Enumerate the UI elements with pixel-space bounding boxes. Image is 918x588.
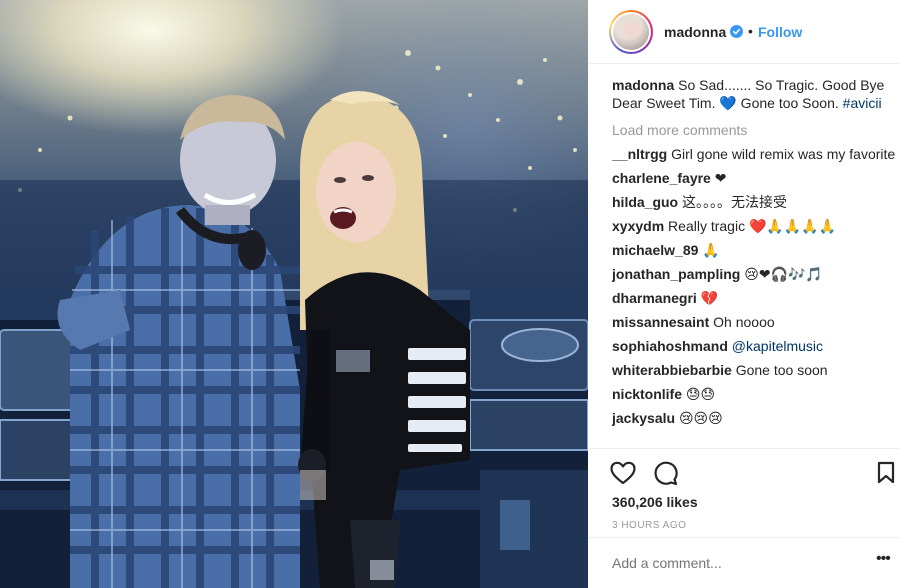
- ellipsis-icon[interactable]: •••: [876, 550, 891, 568]
- comment-text: 😓😓: [685, 386, 716, 402]
- add-comment-bar: •••: [588, 537, 900, 588]
- comment-item: __nltrgg Girl gone wild remix was my fav…: [612, 145, 900, 163]
- header-username[interactable]: madonna: [664, 24, 726, 40]
- comment-username[interactable]: jackysalu: [612, 410, 675, 426]
- likes-count[interactable]: 360,206 likes: [612, 494, 698, 510]
- comment-text: 这。。。。无法接受: [682, 194, 788, 210]
- bookmark-icon[interactable]: [877, 461, 895, 485]
- avatar-image: [613, 14, 649, 50]
- follow-button[interactable]: Follow: [758, 24, 802, 40]
- comment-text: Girl gone wild remix was my favorite: [671, 146, 896, 162]
- comment-text: ❤: [714, 170, 727, 186]
- post-actions: 360,206 likes 3 HOURS AGO •••: [588, 448, 900, 588]
- load-more-comments[interactable]: Load more comments: [612, 121, 900, 139]
- comment-username[interactable]: nicktonlife: [612, 386, 682, 402]
- comment-username[interactable]: michaelw_89: [612, 242, 698, 258]
- comment-item: sophiahoshmand @kapitelmusic: [612, 337, 900, 355]
- add-comment-input[interactable]: [612, 555, 852, 571]
- caption-hashtag[interactable]: #avicii: [843, 95, 882, 111]
- comment-username[interactable]: charlene_fayre: [612, 170, 711, 186]
- comment-text: Really tragic ❤️🙏🙏🙏🙏: [668, 218, 837, 234]
- comment-username[interactable]: missannesaint: [612, 314, 709, 330]
- post-panel: madonna • Follow madonna So Sad....... S…: [588, 0, 918, 588]
- avatar-ring: [611, 12, 651, 52]
- comment-item: missannesaint Oh noooo: [612, 313, 900, 331]
- comment-text: 🙏: [702, 242, 720, 258]
- comment-text: 😢❤🎧🎶🎵: [744, 266, 823, 282]
- comment-text: Oh noooo: [713, 314, 775, 330]
- comment-item: hilda_guo 这。。。。无法接受: [612, 193, 900, 211]
- avatar[interactable]: [609, 10, 653, 54]
- verified-badge-icon: [730, 25, 743, 38]
- comment-username[interactable]: whiterabbiebarbie: [612, 362, 732, 378]
- post-caption: madonna So Sad....... So Tragic. Good By…: [612, 76, 900, 112]
- comment-username[interactable]: __nltrgg: [612, 146, 667, 162]
- comment-username[interactable]: hilda_guo: [612, 194, 678, 210]
- photo-scene: [0, 50, 588, 588]
- comment-text: Gone too soon: [735, 362, 828, 378]
- comment-item: michaelw_89 🙏: [612, 241, 900, 259]
- comment-item: jonathan_pampling 😢❤🎧🎶🎵: [612, 265, 900, 283]
- caption-username[interactable]: madonna: [612, 77, 674, 93]
- comment-text: 💔: [700, 290, 719, 306]
- post-timestamp[interactable]: 3 HOURS AGO: [612, 520, 686, 531]
- separator-dot: •: [748, 23, 753, 39]
- heart-outline-icon[interactable]: [610, 461, 636, 485]
- comment-item: nicktonlife 😓😓: [612, 385, 900, 403]
- comment-item: jackysalu 😢😢😢: [612, 409, 900, 427]
- comment-username[interactable]: dharmanegri: [612, 290, 697, 306]
- comment-mention[interactable]: @kapitelmusic: [732, 338, 823, 354]
- comment-item: charlene_fayre ❤: [612, 169, 900, 187]
- comment-text: 😢😢😢: [678, 410, 723, 426]
- speech-bubble-icon[interactable]: [652, 460, 678, 486]
- comment-username[interactable]: xyxydm: [612, 218, 664, 234]
- post-header: madonna • Follow: [588, 0, 900, 64]
- comment-item: dharmanegri 💔: [612, 289, 900, 307]
- comment-item: whiterabbiebarbie Gone too soon: [612, 361, 900, 379]
- comments-list[interactable]: madonna So Sad....... So Tragic. Good By…: [612, 76, 900, 448]
- post-photo[interactable]: [0, 0, 588, 588]
- comment-item: xyxydm Really tragic ❤️🙏🙏🙏🙏: [612, 217, 900, 235]
- comment-username[interactable]: jonathan_pampling: [612, 266, 740, 282]
- comment-username[interactable]: sophiahoshmand: [612, 338, 728, 354]
